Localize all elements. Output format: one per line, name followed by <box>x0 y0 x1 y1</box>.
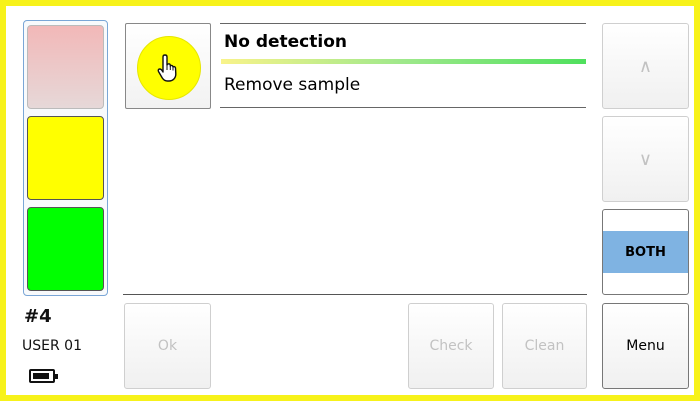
check-button[interactable]: Check <box>408 303 494 389</box>
clean-button[interactable]: Clean <box>502 303 587 389</box>
traffic-light-panel <box>23 20 108 296</box>
user-label: USER 01 <box>22 338 82 354</box>
message-title: No detection <box>224 32 347 52</box>
both-button[interactable]: BOTH <box>602 209 689 295</box>
red-light <box>27 25 104 109</box>
both-label: BOTH <box>603 231 688 273</box>
message-subtitle: Remove sample <box>224 75 361 95</box>
message-top-divider <box>220 23 586 24</box>
menu-button[interactable]: Menu <box>602 303 689 389</box>
hand-button[interactable] <box>125 23 211 109</box>
message-bottom-divider <box>220 107 586 108</box>
hand-pointer-icon <box>157 54 177 82</box>
green-light <box>27 207 104 291</box>
content-bottom-divider <box>123 294 587 295</box>
message-color-bar <box>221 59 586 64</box>
hand-circle <box>137 36 201 100</box>
battery-icon <box>29 369 58 383</box>
ok-button[interactable]: Ok <box>124 303 211 389</box>
scroll-down-button[interactable]: ∨ <box>602 116 689 202</box>
indicator-number: #4 <box>24 306 52 327</box>
scroll-up-button[interactable]: ∧ <box>602 23 689 109</box>
yellow-light <box>27 116 104 200</box>
